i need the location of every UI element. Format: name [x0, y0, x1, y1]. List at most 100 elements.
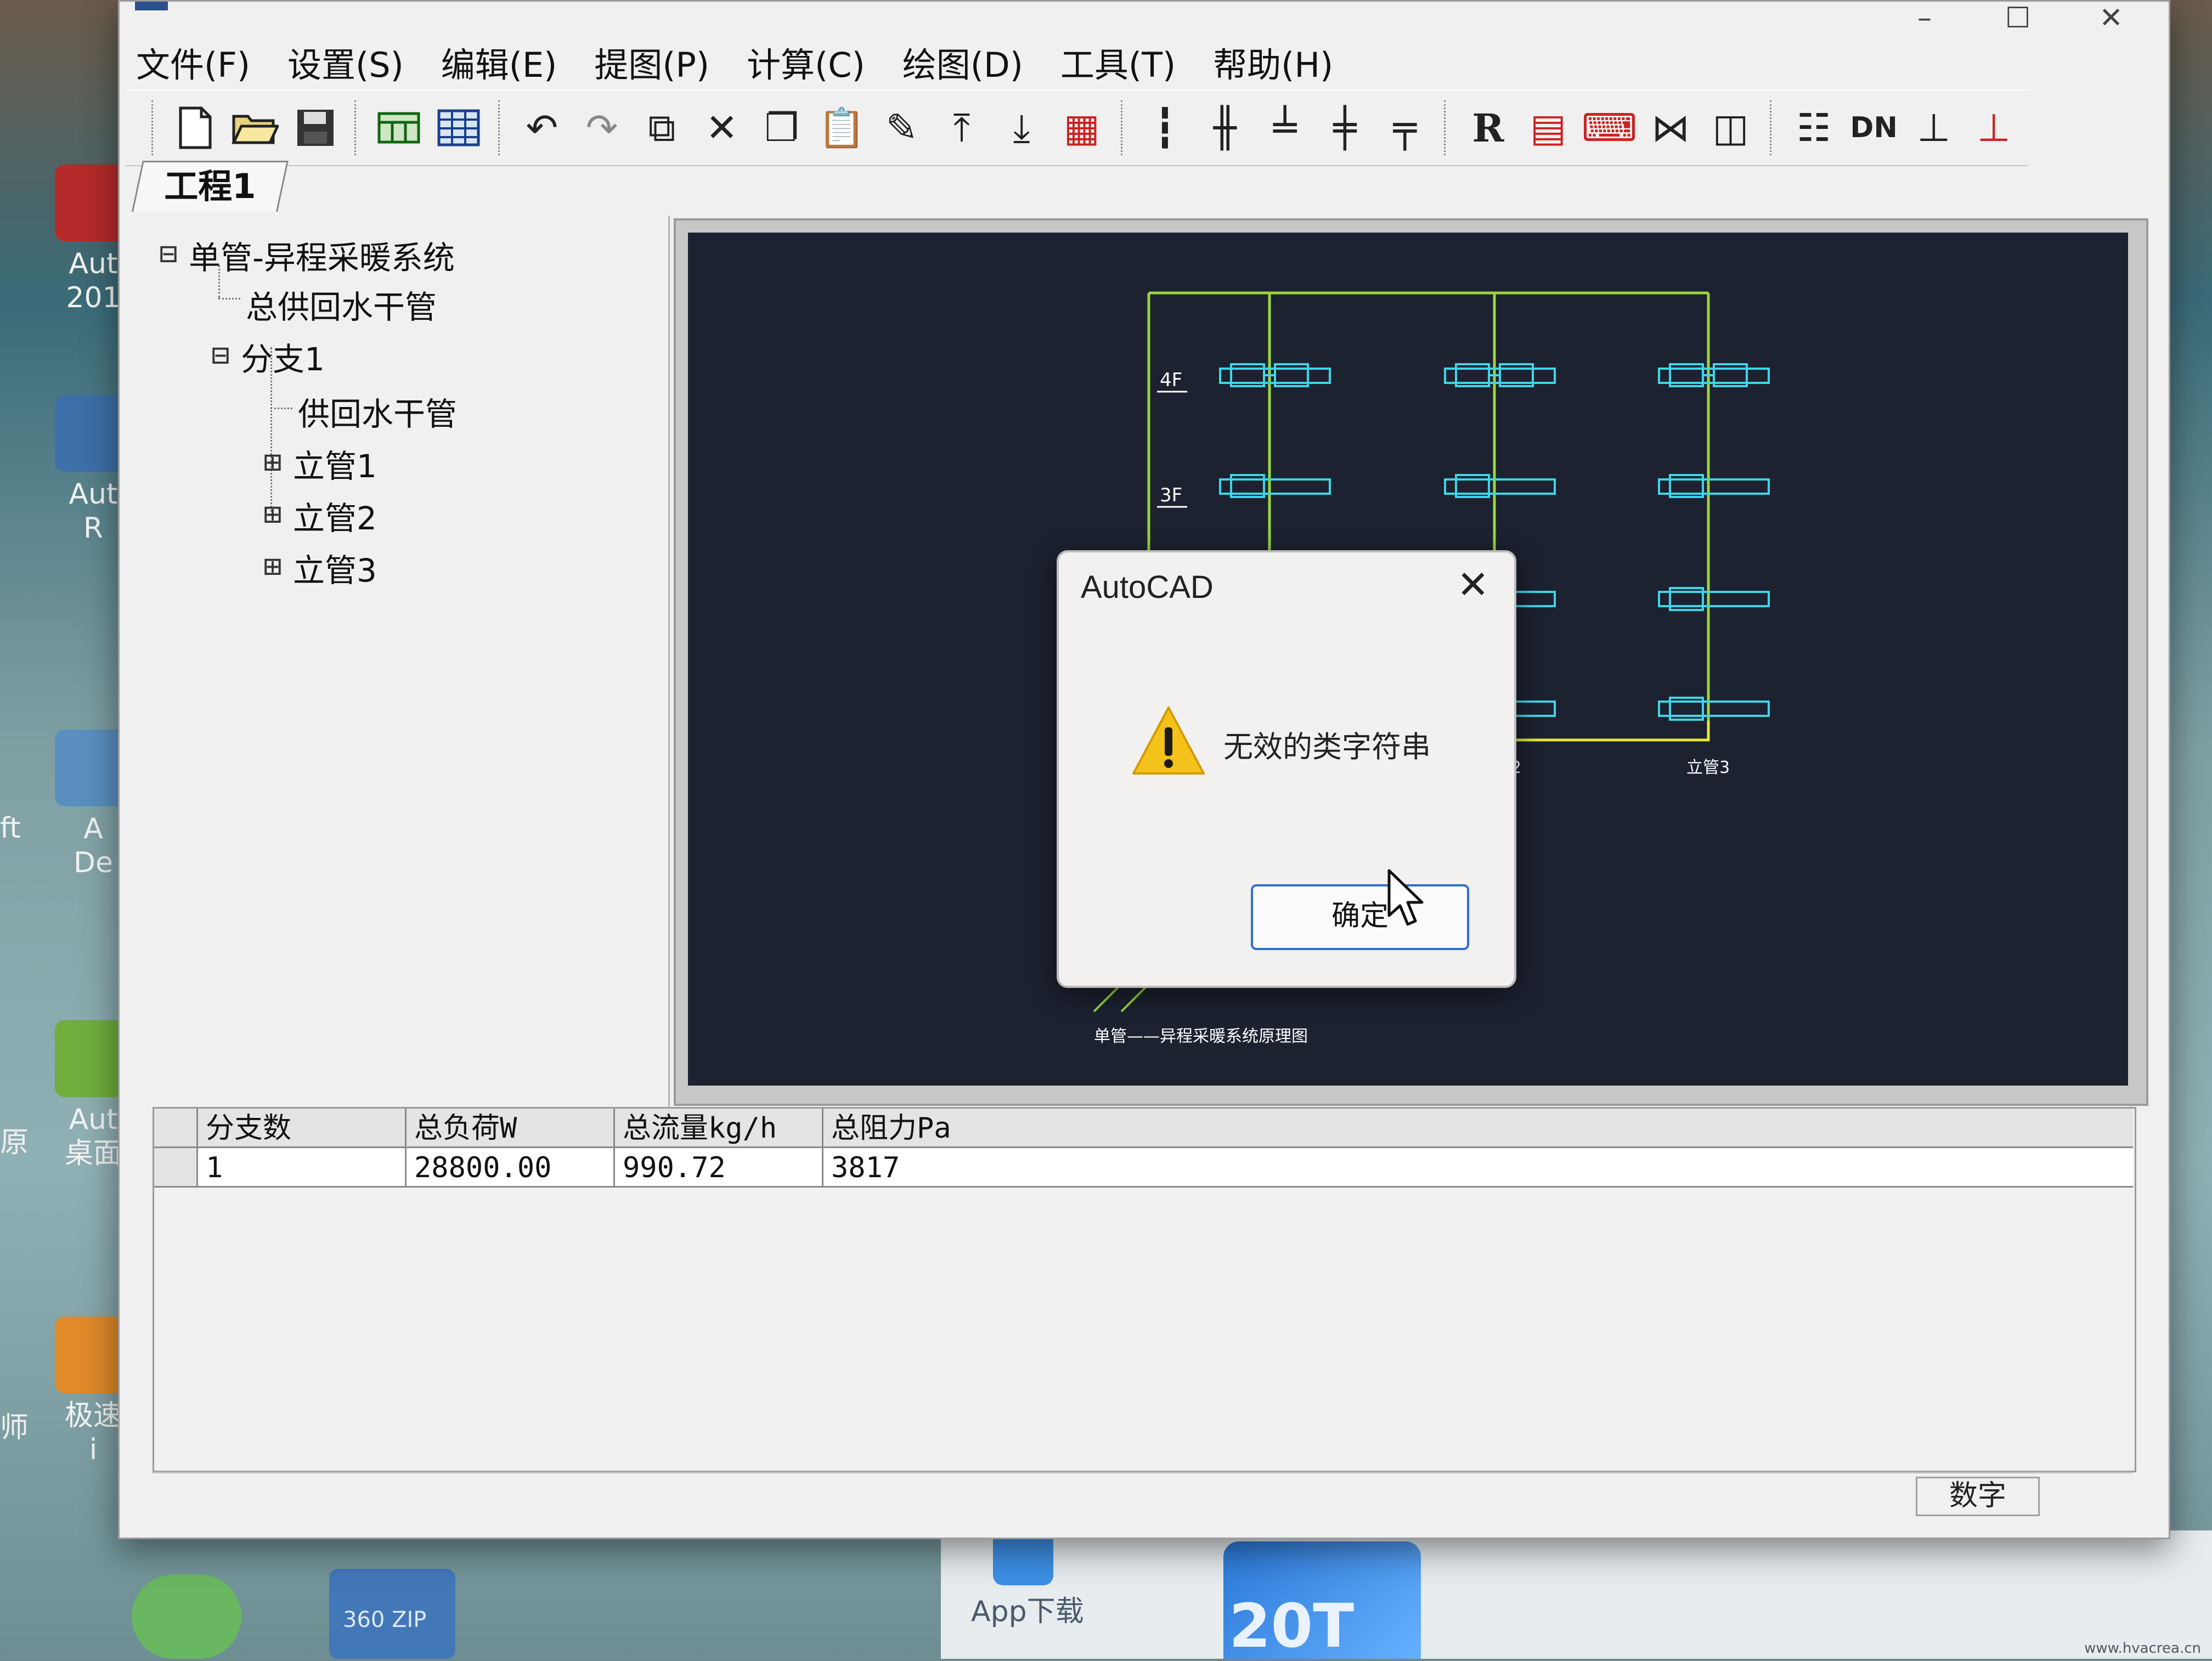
expand-icon[interactable]: ⊞	[262, 551, 283, 582]
tree-node-label: 总供回水干管	[246, 289, 437, 326]
menu-edit[interactable]: 编辑(E)	[441, 37, 557, 87]
expand-icon[interactable]: ⊞	[262, 499, 283, 530]
undo-icon[interactable]: ↶	[517, 101, 567, 154]
status-num-indicator: 数字	[1916, 1477, 2040, 1516]
delete-icon[interactable]: ✕	[697, 101, 747, 154]
dialog-close-button[interactable]: ✕	[1448, 560, 1498, 609]
tree-node-label: 单管-异程采暖系统	[189, 239, 455, 276]
menu-tools[interactable]: 工具(T)	[1060, 37, 1176, 87]
table-view-icon[interactable]	[374, 101, 424, 154]
pipe-icon[interactable]: ☷	[1789, 101, 1839, 154]
app-icon	[135, 2, 168, 10]
pipe-icon[interactable]: ⊥	[1909, 101, 1959, 154]
desktop-edge-label: 原	[0, 1126, 29, 1159]
table-row[interactable]: 1 28800.00 990.72 3817	[154, 1148, 2133, 1188]
valve-icon[interactable]: ⋈	[1645, 101, 1695, 154]
wechat-icon[interactable]	[132, 1574, 241, 1659]
grid-corner	[154, 1109, 198, 1148]
zip-icon-text: 360 ZIP	[343, 1607, 427, 1632]
menu-draw[interactable]: 绘图(D)	[902, 37, 1023, 87]
redo-icon[interactable]: ↷	[577, 101, 627, 154]
cell-total-resistance[interactable]: 3817	[823, 1148, 2133, 1188]
menu-settings[interactable]: 设置(S)	[287, 37, 404, 87]
riser-icon[interactable]: ╫	[1200, 101, 1250, 154]
results-grid: 分支数 总负荷W 总流量kg/h 总阻力Pa 1 28800.00 990.72…	[153, 1107, 2136, 1472]
riser-icon[interactable]: ╤	[1380, 101, 1430, 154]
status-bar: 数字	[153, 1472, 2133, 1517]
cell-branch-count[interactable]: 1	[198, 1148, 407, 1188]
tree-connector	[218, 298, 240, 300]
tree-connector	[270, 408, 292, 409]
riser-icon[interactable]: ╪	[1320, 101, 1370, 154]
insert-up-icon[interactable]: ⤒	[936, 101, 986, 154]
table-red-icon[interactable]: ▦	[1057, 101, 1107, 154]
row-header[interactable]	[154, 1148, 198, 1188]
pipe-icon[interactable]: ⊥	[1969, 101, 2019, 154]
mouse-cursor-icon	[1387, 868, 1425, 929]
save-icon[interactable]	[290, 101, 340, 154]
riser-icon[interactable]: ┇	[1140, 101, 1190, 154]
column-header-total-resistance[interactable]: 总阻力Pa	[823, 1109, 2133, 1148]
error-dialog: AutoCAD ✕ 无效的类字符串 确定	[1057, 550, 1516, 988]
tree-node-label: 立管2	[293, 500, 377, 537]
minimize-button[interactable]: –	[1883, 2, 1966, 35]
toolbar-separator	[1121, 100, 1128, 155]
collapse-icon[interactable]: ⊟	[158, 239, 179, 269]
diagram-caption: 单管——异程采暖系统原理图	[1094, 1027, 1308, 1046]
menu-help[interactable]: 帮助(H)	[1213, 37, 1333, 87]
riser-label: 立管3	[1686, 758, 1730, 777]
expand-icon[interactable]: ⊞	[262, 447, 283, 478]
cell-total-flow[interactable]: 990.72	[615, 1148, 823, 1188]
tree-node-root[interactable]: ⊟ 单管-异程采暖系统	[158, 232, 455, 278]
toolbar-separator	[1444, 100, 1451, 155]
tree-node-main-pipe[interactable]: 总供回水干管	[246, 281, 437, 327]
close-button[interactable]: ✕	[2070, 2, 2152, 35]
toolbar-grip	[151, 100, 159, 155]
insert-down-icon[interactable]: ⤓	[997, 101, 1047, 154]
menu-calculate[interactable]: 计算(C)	[747, 37, 865, 87]
column-header-total-load[interactable]: 总负荷W	[407, 1109, 615, 1148]
tab-project[interactable]: 工程1	[132, 161, 289, 212]
calc-keyboard-icon[interactable]: ⌨	[1582, 101, 1637, 154]
tree-node-label: 分支1	[241, 341, 325, 378]
grid-view-icon[interactable]	[433, 101, 483, 154]
calc-table-icon[interactable]: ▤	[1523, 101, 1573, 154]
dn-size-icon[interactable]: DN	[1849, 101, 1899, 154]
maximize-button[interactable]: ☐	[1977, 2, 2059, 35]
grid-header-row: 分支数 总负荷W 总流量kg/h 总阻力Pa	[154, 1109, 2133, 1148]
column-header-branch-count[interactable]: 分支数	[198, 1109, 407, 1148]
tree-node-label: 供回水干管	[298, 396, 458, 433]
tree-node-branch-pipe[interactable]: 供回水干管	[298, 388, 457, 434]
copy-node-icon[interactable]: ⧉	[637, 101, 687, 154]
ok-button[interactable]: 确定	[1251, 884, 1469, 950]
tree-node-riser-3[interactable]: ⊞ 立管3	[262, 545, 377, 591]
valve-icon[interactable]: ◫	[1706, 101, 1756, 154]
resistance-calc-icon[interactable]: R	[1463, 101, 1513, 154]
menu-extract[interactable]: 提图(P)	[594, 37, 709, 87]
background-window	[941, 1530, 2212, 1659]
paste-icon[interactable]: 📋	[817, 101, 867, 154]
open-folder-icon[interactable]	[230, 101, 280, 154]
tree-node-riser-1[interactable]: ⊞ 立管1	[262, 440, 377, 487]
tree-node-riser-2[interactable]: ⊞ 立管2	[262, 493, 377, 539]
project-tree: ⊟ 单管-异程采暖系统 总供回水干管 ⊟ 分支1 供回水干管 ⊞ 立管1 ⊞ 立…	[131, 216, 670, 1110]
collapse-icon[interactable]: ⊟	[210, 340, 231, 371]
radiator-row-4f	[1219, 363, 1770, 387]
toolbar-separator	[1770, 100, 1777, 155]
menu-bar: 文件(F) 设置(S) 编辑(E) 提图(P) 计算(C) 绘图(D) 工具(T…	[120, 32, 2169, 92]
dialog-title: AutoCAD	[1081, 569, 1214, 605]
toolbar-separator	[354, 100, 362, 155]
menu-file[interactable]: 文件(F)	[136, 37, 250, 87]
toolbar: ↶ ↷ ⧉ ✕ ❐ 📋 ✎ ⤒ ⤓ ▦ ┇ ╫ ╧ ╪ ╤ R ▤ ⌨ ⋈ ◫ …	[125, 89, 2029, 166]
edit-icon[interactable]: ✎	[877, 101, 927, 154]
column-header-total-flow[interactable]: 总流量kg/h	[615, 1109, 823, 1148]
tree-node-branch[interactable]: ⊟ 分支1	[210, 334, 325, 380]
tree-node-label: 立管3	[293, 552, 377, 589]
cell-total-load[interactable]: 28800.00	[407, 1148, 615, 1188]
warning-icon	[1130, 703, 1207, 780]
copy-icon[interactable]: ❐	[757, 101, 806, 154]
app-download-label[interactable]: App下载	[971, 1588, 1084, 1629]
riser-icon[interactable]: ╧	[1260, 101, 1310, 154]
book-app-text: 20T	[1229, 1591, 1355, 1661]
new-file-icon[interactable]	[171, 101, 221, 154]
